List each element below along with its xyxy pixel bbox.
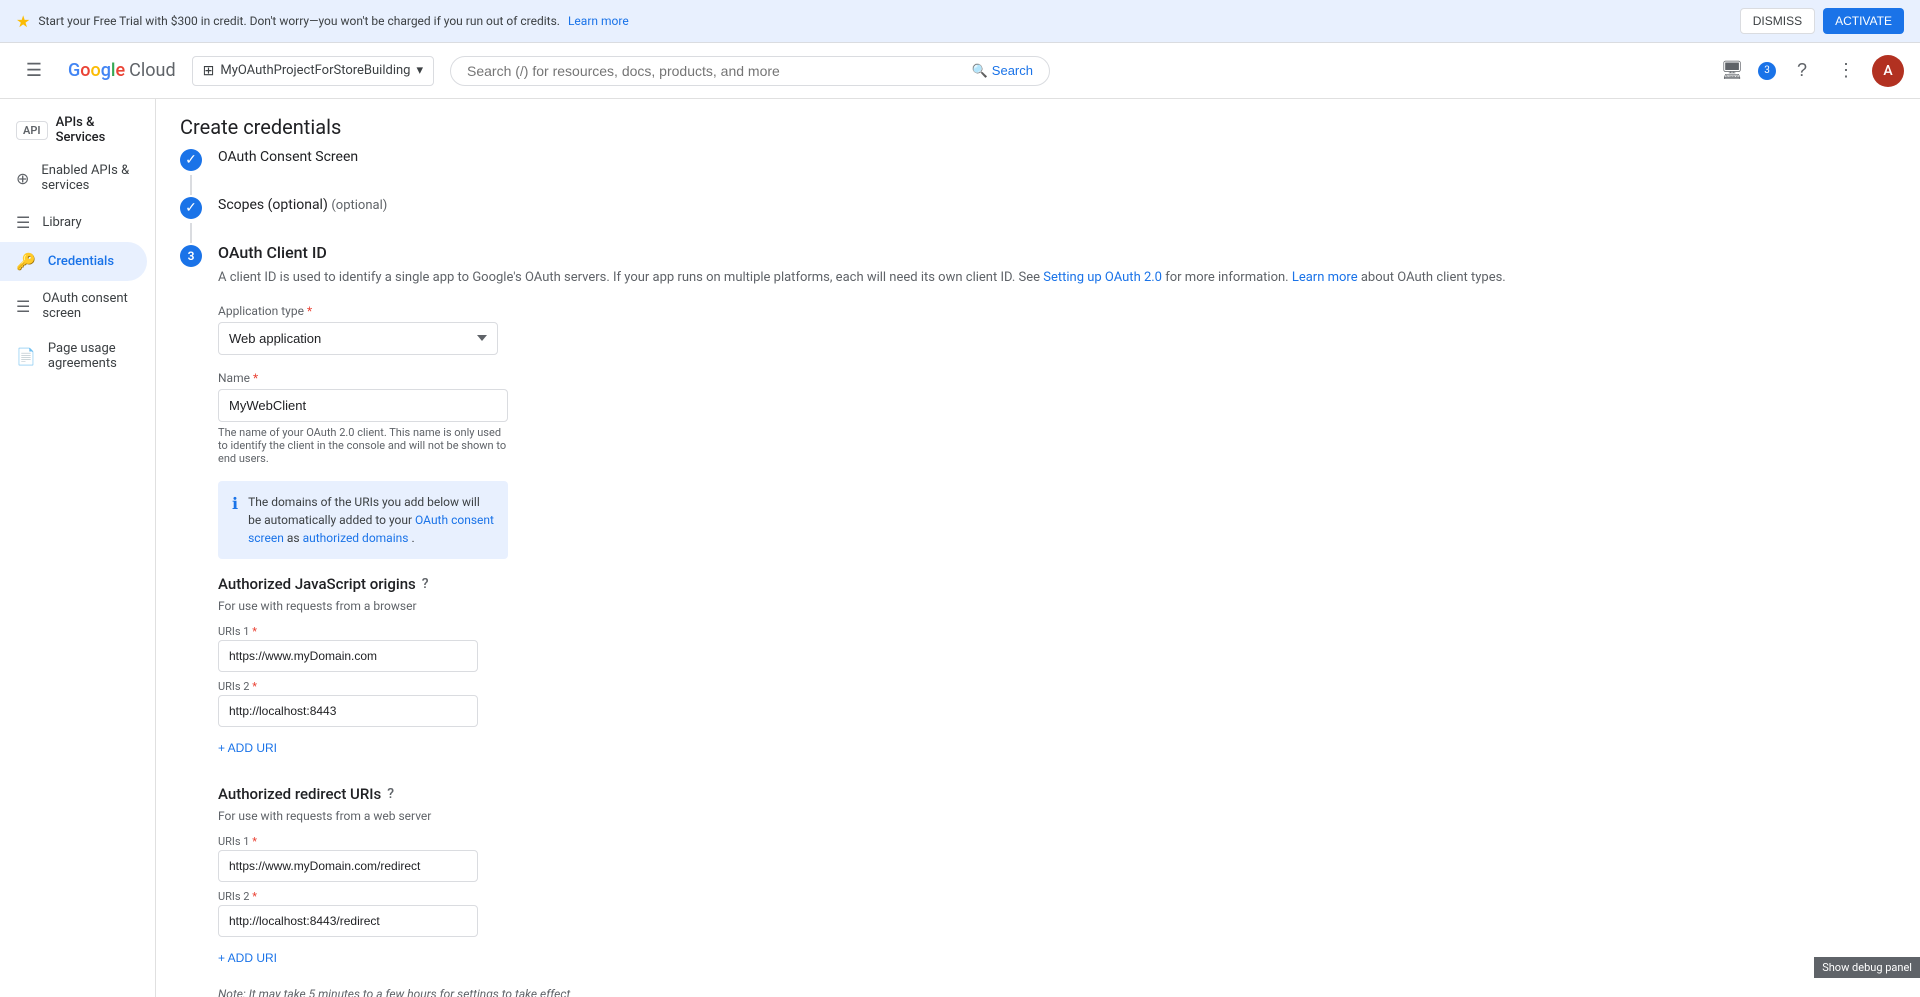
- redirect-uri-2-field: URIs 2 *: [218, 890, 478, 937]
- page-title: Create credentials: [156, 99, 1920, 147]
- banner-learn-more-link[interactable]: Learn more: [568, 14, 629, 28]
- notification-badge[interactable]: 3: [1758, 62, 1776, 80]
- application-type-select[interactable]: Web application Android iOS Desktop app: [218, 322, 498, 355]
- page-usage-icon: 📄: [16, 347, 36, 366]
- step-2-container: ✓ Scopes (optional) (optional): [180, 195, 1896, 219]
- name-label: Name *: [218, 371, 508, 385]
- sidebar-item-library-label: Library: [42, 215, 81, 230]
- sidebar-item-credentials[interactable]: 🔑 Credentials: [0, 242, 147, 281]
- application-type-select-wrapper: Web application Android iOS Desktop app: [218, 322, 498, 355]
- help-icon[interactable]: ?: [1784, 53, 1820, 89]
- search-icon: 🔍: [972, 63, 988, 79]
- content-area: ✓ OAuth Consent Screen ✓ Scopes (optiona…: [156, 147, 1920, 997]
- oauth-consent-icon: ☰: [16, 297, 30, 316]
- js-uri-2-field: URIs 2 *: [218, 680, 478, 727]
- oauth-client-id-title: OAuth Client ID: [218, 243, 1896, 262]
- banner-text: Start your Free Trial with $300 in credi…: [38, 14, 560, 28]
- redirect-desc: For use with requests from a web server: [218, 809, 1896, 823]
- setting-oauth-link[interactable]: Setting up OAuth 2.0: [1043, 270, 1162, 285]
- project-name: MyOAuthProjectForStoreBuilding: [220, 63, 410, 78]
- api-badge: API: [16, 121, 48, 140]
- add-redirect-uri-button[interactable]: + ADD URI: [218, 945, 277, 971]
- sidebar-item-page-usage[interactable]: 📄 Page usage agreements: [0, 331, 147, 381]
- step-connector-1: [190, 175, 192, 195]
- name-helper: The name of your OAuth 2.0 client. This …: [218, 426, 508, 465]
- enabled-apis-icon: ⊕: [16, 169, 29, 188]
- step-1-label: OAuth Consent Screen: [218, 147, 358, 165]
- layout: API APIs & Services ⊕ Enabled APIs & ser…: [0, 99, 1920, 997]
- redirect-uris-title: Authorized redirect URIs ?: [218, 785, 1896, 803]
- step-2-label: Scopes (optional) (optional): [218, 195, 387, 213]
- avatar[interactable]: A: [1872, 55, 1904, 87]
- sidebar-item-library[interactable]: ☰ Library: [0, 203, 147, 242]
- redirect-uri-2-input[interactable]: [218, 905, 478, 937]
- top-banner: ★ Start your Free Trial with $300 in cre…: [0, 0, 1920, 43]
- step-3-icon: 3: [180, 245, 202, 267]
- info-icon: ℹ: [232, 494, 238, 513]
- js-uri-1-field: URIs 1 *: [218, 625, 478, 672]
- info-box: ℹ The domains of the URIs you add below …: [218, 481, 508, 559]
- name-input[interactable]: [218, 389, 508, 422]
- sidebar: API APIs & Services ⊕ Enabled APIs & ser…: [0, 99, 156, 997]
- info-box-text: The domains of the URIs you add below wi…: [248, 493, 494, 547]
- add-js-uri-button[interactable]: + ADD URI: [218, 735, 277, 761]
- search-input[interactable]: [467, 63, 964, 79]
- authorized-domains-link[interactable]: authorized domains: [303, 531, 409, 545]
- logo: Google Cloud: [68, 60, 176, 81]
- star-icon: ★: [16, 12, 30, 31]
- main-content: Create credentials ✓ OAuth Consent Scree…: [156, 99, 1920, 997]
- redirect-help-icon[interactable]: ?: [387, 786, 394, 802]
- menu-icon[interactable]: ☰: [16, 53, 52, 89]
- js-origins-help-icon[interactable]: ?: [422, 576, 429, 592]
- step-1-icon: ✓: [180, 149, 202, 171]
- activate-button[interactable]: ACTIVATE: [1823, 8, 1904, 34]
- sidebar-item-oauth-consent[interactable]: ☰ OAuth consent screen: [0, 281, 147, 331]
- note-text: Note: It may take 5 minutes to a few hou…: [218, 987, 1896, 997]
- search-bar: 🔍 Search: [450, 56, 1050, 86]
- step-3-container: 3 OAuth Client ID A client ID is used to…: [180, 243, 1896, 997]
- js-origins-title: Authorized JavaScript origins ?: [218, 575, 1896, 593]
- logo-cloud-text: Cloud: [129, 60, 175, 81]
- application-type-required: *: [307, 304, 312, 318]
- js-uri-1-input[interactable]: [218, 640, 478, 672]
- credentials-icon: 🔑: [16, 252, 36, 271]
- oauth-client-id-desc: A client ID is used to identify a single…: [218, 268, 1896, 288]
- learn-more-link[interactable]: Learn more: [1292, 270, 1358, 285]
- header-right: 🖥 3 ? ⋮ A: [1714, 53, 1904, 89]
- step-2-icon: ✓: [180, 197, 202, 219]
- step-1-container: ✓ OAuth Consent Screen: [180, 147, 1896, 171]
- application-type-field: Application type * Web application Andro…: [218, 304, 508, 355]
- sidebar-item-page-usage-label: Page usage agreements: [48, 341, 131, 371]
- js-uri-fields: URIs 1 * URIs 2 *: [218, 625, 478, 727]
- name-field: Name * The name of your OAuth 2.0 client…: [218, 371, 508, 465]
- project-selector[interactable]: ⊞ MyOAuthProjectForStoreBuilding ▾: [192, 56, 434, 86]
- sidebar-item-oauth-label: OAuth consent screen: [42, 291, 131, 321]
- sidebar-item-credentials-label: Credentials: [48, 254, 114, 269]
- display-icon[interactable]: 🖥: [1714, 53, 1750, 89]
- redirect-uri-1-input[interactable]: [218, 850, 478, 882]
- redirect-uri-1-field: URIs 1 *: [218, 835, 478, 882]
- js-origins-desc: For use with requests from a browser: [218, 599, 1896, 613]
- sidebar-item-enabled-label: Enabled APIs & services: [41, 163, 131, 193]
- sidebar-item-enabled-apis[interactable]: ⊕ Enabled APIs & services: [0, 153, 147, 203]
- api-label: API APIs & Services: [0, 99, 155, 153]
- dismiss-button[interactable]: DISMISS: [1740, 8, 1815, 34]
- header: ☰ Google Cloud ⊞ MyOAuthProjectForStoreB…: [0, 43, 1920, 99]
- js-uri-2-input[interactable]: [218, 695, 478, 727]
- more-options-icon[interactable]: ⋮: [1828, 53, 1864, 89]
- library-icon: ☰: [16, 213, 30, 232]
- name-required: *: [253, 371, 258, 385]
- step-connector-2: [190, 223, 192, 243]
- application-type-label: Application type *: [218, 304, 508, 318]
- redirect-uri-fields: URIs 1 * URIs 2 *: [218, 835, 478, 937]
- show-debug-panel[interactable]: Show debug panel: [1814, 957, 1920, 978]
- chevron-down-icon: ▾: [416, 63, 423, 78]
- search-button[interactable]: 🔍 Search: [972, 63, 1033, 79]
- api-title: APIs & Services: [56, 115, 139, 145]
